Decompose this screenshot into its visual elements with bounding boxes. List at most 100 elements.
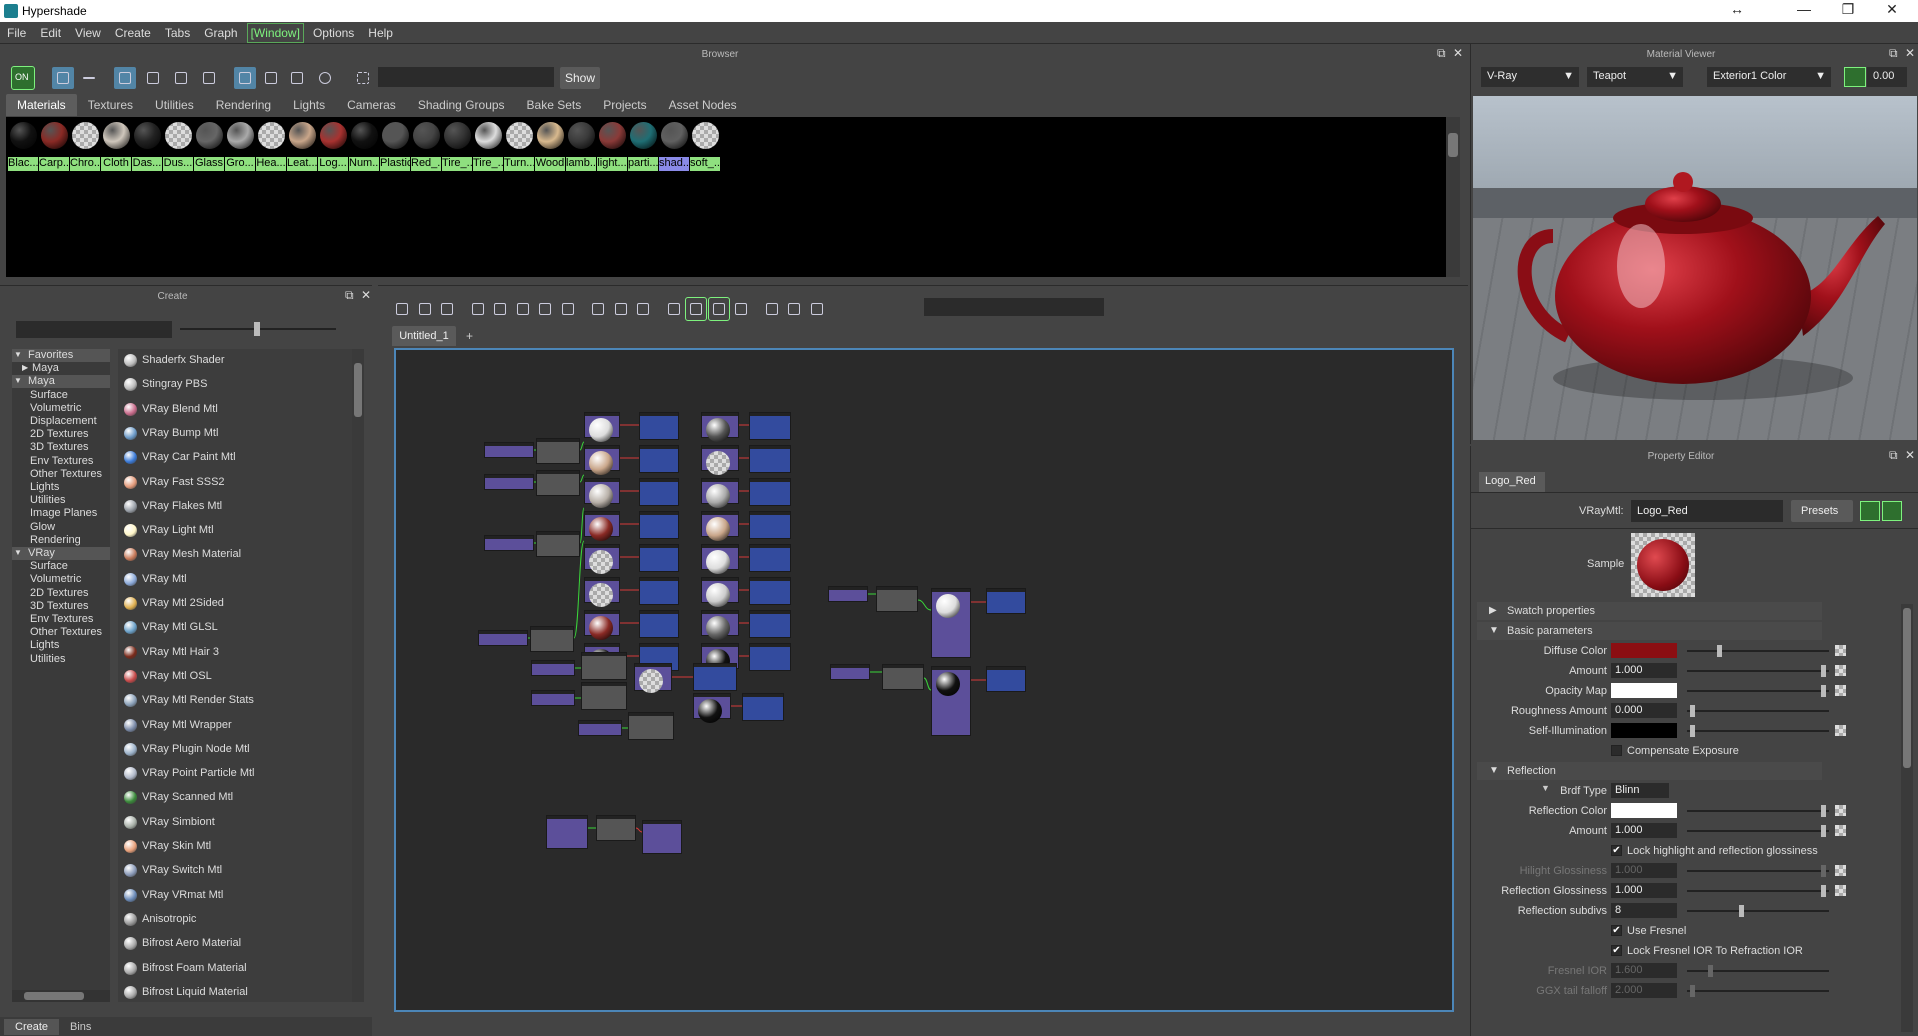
create-material-item[interactable]: VRay VRmat Mtl bbox=[124, 886, 310, 906]
maximize-button[interactable]: ❐ bbox=[1828, 1, 1868, 18]
slider-handle[interactable] bbox=[1821, 885, 1827, 897]
attribute-slider[interactable] bbox=[1687, 825, 1829, 837]
material-swatch[interactable]: Red_... bbox=[411, 119, 441, 175]
create-material-item[interactable]: Stingray PBS bbox=[124, 375, 310, 395]
tree-item[interactable]: Surface bbox=[12, 560, 110, 573]
attribute-slider[interactable] bbox=[1687, 885, 1829, 897]
create-material-item[interactable]: VRay Scanned Mtl bbox=[124, 788, 310, 808]
graph-materials-icon[interactable] bbox=[490, 298, 510, 320]
tree-item[interactable]: Utilities bbox=[12, 494, 110, 507]
create-material-item[interactable]: VRay Skin Mtl bbox=[124, 837, 310, 857]
material-swatch[interactable]: Leat... bbox=[287, 119, 317, 175]
map-button-icon[interactable] bbox=[1835, 825, 1846, 836]
pin-icon[interactable] bbox=[558, 298, 578, 320]
create-material-item[interactable]: Shaderfx Shader bbox=[124, 351, 310, 371]
swatch-small-icon[interactable] bbox=[114, 67, 136, 89]
presets-button[interactable]: Presets bbox=[1791, 500, 1853, 522]
refresh-icon[interactable] bbox=[314, 67, 336, 89]
file-texture-node[interactable] bbox=[536, 438, 580, 464]
attribute-value-field[interactable]: 1.600 bbox=[1611, 963, 1677, 978]
environment-dropdown[interactable]: Exterior1 Color ▼ bbox=[1707, 67, 1831, 87]
output-connections-icon[interactable] bbox=[415, 298, 435, 320]
map-button-icon[interactable] bbox=[1835, 805, 1846, 816]
color-swatch[interactable] bbox=[1611, 803, 1677, 818]
swatch-xlarge-icon[interactable] bbox=[198, 67, 220, 89]
place2dtexture-node[interactable] bbox=[484, 442, 534, 458]
menu-help[interactable]: Help bbox=[361, 22, 400, 40]
create-search-input[interactable] bbox=[16, 321, 172, 338]
material-node[interactable] bbox=[701, 445, 739, 475]
material-swatch[interactable]: soft_... bbox=[690, 119, 720, 175]
close-create-icon[interactable]: ✕ bbox=[361, 288, 371, 302]
attribute-value-field[interactable]: 0.000 bbox=[1611, 703, 1677, 718]
select-filter-icon[interactable] bbox=[784, 298, 804, 320]
menu-tabs[interactable]: Tabs bbox=[158, 22, 197, 40]
tab-asset-nodes[interactable]: Asset Nodes bbox=[658, 94, 748, 116]
attribute-value-field[interactable]: 1.000 bbox=[1611, 863, 1677, 878]
slider-handle[interactable] bbox=[1689, 705, 1695, 717]
float-icon[interactable]: ⧉ bbox=[1437, 46, 1446, 61]
place2dtexture-node[interactable] bbox=[478, 630, 528, 646]
file-texture-node[interactable] bbox=[581, 682, 627, 710]
material-preview-render[interactable] bbox=[1473, 96, 1917, 440]
create-material-item[interactable]: VRay Flakes Mtl bbox=[124, 497, 310, 517]
file-texture-node[interactable] bbox=[581, 652, 627, 680]
menu-window[interactable]: [Window] bbox=[246, 23, 304, 43]
shading-group-node[interactable] bbox=[749, 577, 791, 605]
material-node[interactable] bbox=[701, 577, 739, 607]
vraymtl-node[interactable] bbox=[931, 588, 971, 658]
swatch-size-slider[interactable] bbox=[180, 322, 336, 336]
pe-scrollbar[interactable] bbox=[1901, 604, 1913, 1032]
tab-textures[interactable]: Textures bbox=[77, 94, 144, 116]
material-swatch[interactable]: Glass bbox=[194, 119, 224, 175]
slider-handle[interactable] bbox=[1689, 725, 1695, 737]
material-node[interactable] bbox=[584, 511, 620, 541]
section-reflection[interactable]: ▼ Reflection bbox=[1477, 762, 1822, 780]
show-input-icon[interactable] bbox=[1860, 501, 1880, 521]
swatch-medium-icon[interactable] bbox=[142, 67, 164, 89]
shading-group-node[interactable] bbox=[749, 478, 791, 506]
lock-fresnel-row[interactable]: ✔ Lock Fresnel IOR To Refraction IOR bbox=[1477, 942, 1837, 960]
material-node[interactable] bbox=[546, 815, 588, 849]
material-node[interactable] bbox=[701, 544, 739, 574]
attribute-value-field[interactable]: 8 bbox=[1611, 903, 1677, 918]
attribute-slider[interactable] bbox=[1687, 685, 1829, 697]
slider-handle[interactable] bbox=[1707, 965, 1713, 977]
material-swatch[interactable]: Chro... bbox=[70, 119, 100, 175]
checkbox[interactable]: ✔ bbox=[1611, 925, 1622, 936]
tree-item[interactable]: Image Planes bbox=[12, 507, 110, 520]
tree-item[interactable]: Env Textures bbox=[12, 613, 110, 626]
shading-group-node[interactable] bbox=[986, 588, 1026, 614]
color-swatch[interactable] bbox=[1611, 723, 1677, 738]
create-material-item[interactable]: VRay Car Paint Mtl bbox=[124, 448, 310, 468]
grid-custom-icon[interactable] bbox=[664, 298, 684, 320]
material-swatch[interactable]: Tire_... bbox=[442, 119, 472, 175]
file-texture-node[interactable] bbox=[536, 531, 580, 557]
attribute-slider[interactable] bbox=[1687, 665, 1829, 677]
map-button-icon[interactable] bbox=[1835, 685, 1846, 696]
material-node[interactable] bbox=[584, 412, 620, 442]
material-node[interactable] bbox=[584, 478, 620, 508]
expand-arrow-icon[interactable]: ▼ bbox=[14, 350, 22, 359]
create-material-item[interactable]: Bifrost Aero Material bbox=[124, 934, 310, 954]
tree-item[interactable]: Lights bbox=[12, 481, 110, 494]
vraymtl-node[interactable] bbox=[931, 666, 971, 736]
shading-group-node[interactable] bbox=[639, 445, 679, 473]
node-name-field[interactable]: Logo_Red bbox=[1631, 500, 1783, 522]
shading-group-node[interactable] bbox=[639, 412, 679, 440]
sort-type-icon[interactable] bbox=[260, 67, 282, 89]
create-material-item[interactable]: VRay Mtl OSL bbox=[124, 667, 310, 687]
tree-item[interactable]: Other Textures bbox=[12, 468, 110, 481]
close-button[interactable]: ✕ bbox=[1872, 1, 1912, 18]
tree-item[interactable]: Rendering bbox=[12, 534, 110, 547]
checkbox[interactable]: ✔ bbox=[1611, 845, 1622, 856]
grid-full-icon[interactable] bbox=[633, 298, 653, 320]
attribute-slider[interactable] bbox=[1687, 805, 1829, 817]
file-texture-node[interactable] bbox=[596, 815, 636, 841]
material-swatch[interactable]: Blac... bbox=[8, 119, 38, 175]
tree-item[interactable]: Volumetric bbox=[12, 402, 110, 415]
create-material-item[interactable]: Anisotropic bbox=[124, 910, 310, 930]
slider-handle[interactable] bbox=[1821, 825, 1827, 837]
tree-item[interactable]: Volumetric bbox=[12, 573, 110, 586]
compensate-exposure-row[interactable]: Compensate Exposure bbox=[1477, 742, 1837, 760]
